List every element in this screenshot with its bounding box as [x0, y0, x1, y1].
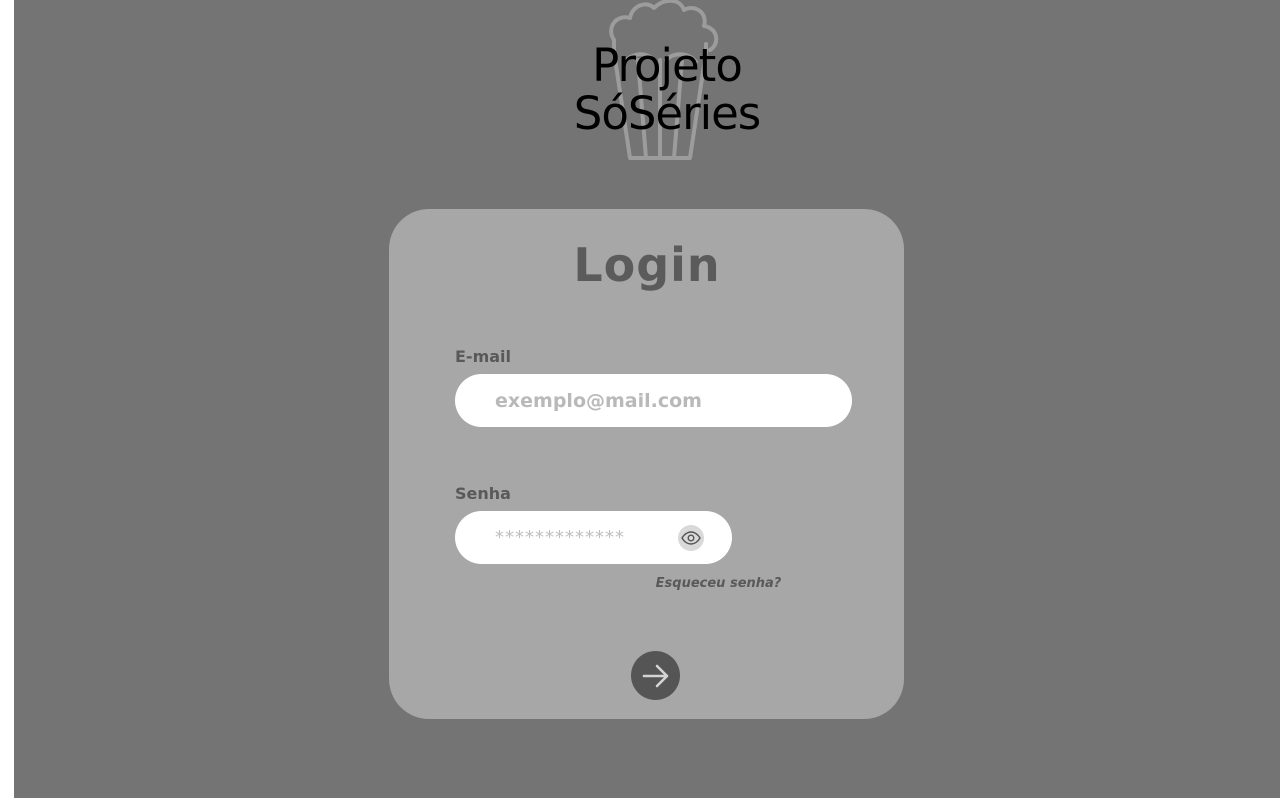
- password-masked-value: *************: [495, 527, 625, 548]
- logo: Projeto SóSéries: [554, 0, 780, 165]
- email-placeholder: exemplo@mail.com: [495, 389, 702, 412]
- login-title: Login: [573, 238, 721, 292]
- forgot-password-link[interactable]: Esqueceu senha?: [14, 576, 1280, 591]
- eye-icon: [681, 531, 701, 545]
- email-field[interactable]: exemplo@mail.com: [455, 374, 852, 427]
- email-label: E-mail: [455, 347, 512, 366]
- logo-line-2: SóSéries: [573, 87, 761, 140]
- logo-line-1: Projeto: [592, 39, 743, 92]
- arrow-right-icon: [642, 664, 668, 687]
- show-password-button[interactable]: [678, 525, 704, 551]
- password-field[interactable]: *************: [455, 511, 732, 564]
- login-page: Projeto SóSéries Login E-mail exemplo@ma…: [14, 0, 1280, 798]
- password-label: Senha: [455, 484, 511, 503]
- submit-button[interactable]: [631, 651, 680, 700]
- logo-text: Projeto SóSéries: [554, 42, 780, 138]
